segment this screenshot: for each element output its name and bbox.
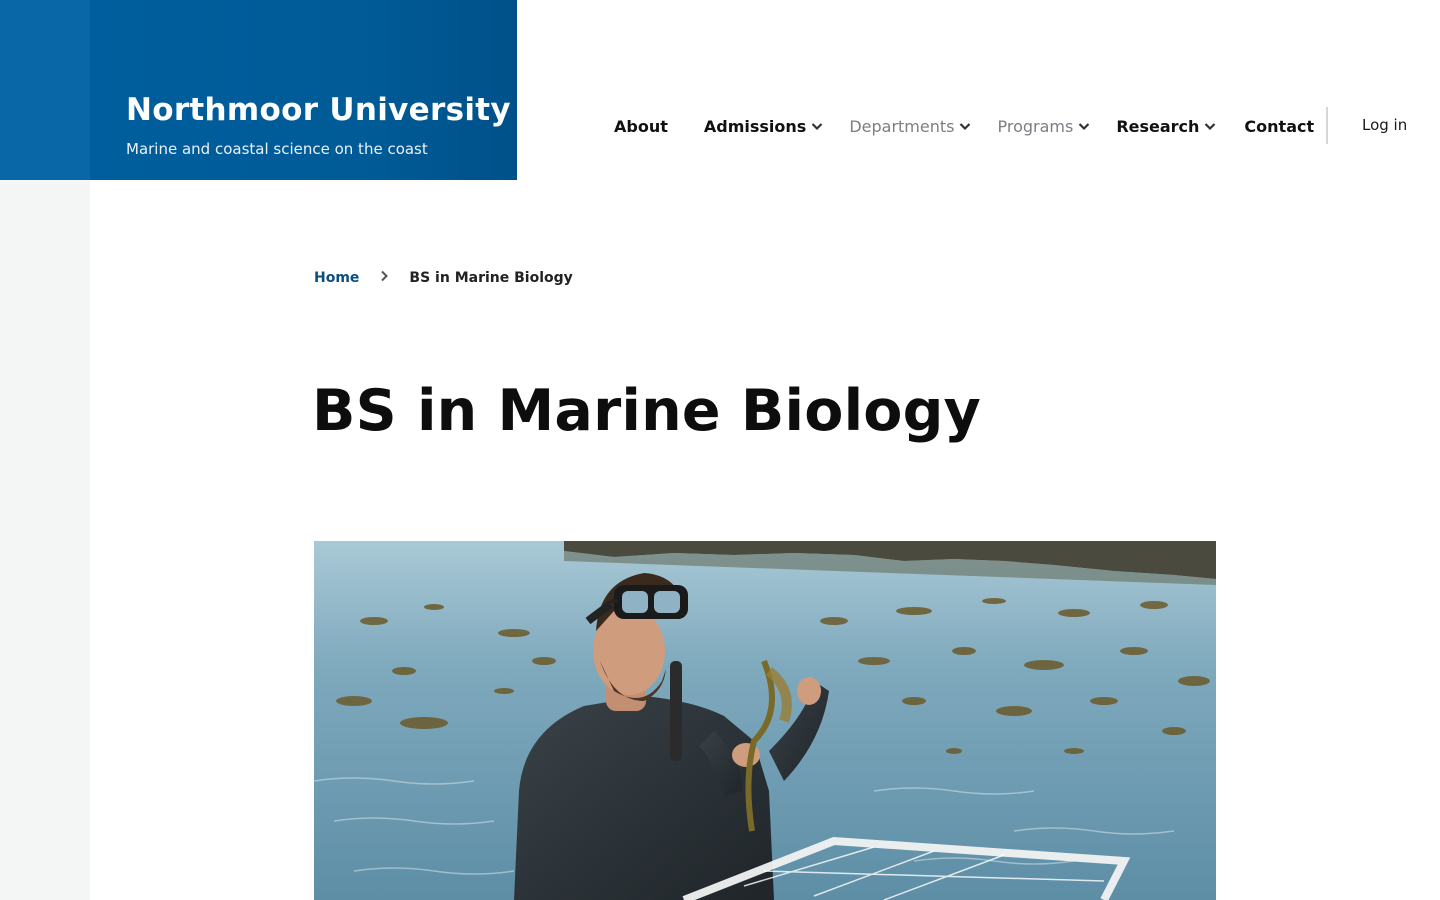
breadcrumb-home-link[interactable]: Home xyxy=(314,270,359,286)
brand-strip xyxy=(0,0,90,180)
nav-item-label: About xyxy=(614,116,668,136)
nav-item-programs[interactable]: Programs xyxy=(997,117,1090,136)
site-title[interactable]: Northmoor University xyxy=(126,92,511,128)
breadcrumb: Home BS in Marine Biology xyxy=(314,270,573,286)
chevron-down-icon xyxy=(959,116,971,135)
main-nav: About Admissions Departments Programs Re… xyxy=(614,112,1314,140)
left-rail xyxy=(0,180,90,900)
chevron-down-icon xyxy=(1204,116,1216,135)
chevron-right-icon xyxy=(379,270,389,286)
brand-block[interactable]: Northmoor University Marine and coastal … xyxy=(0,0,517,180)
chevron-down-icon xyxy=(1078,116,1090,135)
nav-item-research[interactable]: Research xyxy=(1116,117,1216,136)
nav-item-departments[interactable]: Departments xyxy=(849,117,971,136)
login-link[interactable]: Log in xyxy=(1362,116,1407,134)
hero-image xyxy=(314,541,1216,900)
hero-photo xyxy=(314,541,1216,900)
page-title: BS in Marine Biology xyxy=(312,378,982,444)
nav-item-label: Research xyxy=(1116,116,1200,136)
nav-divider xyxy=(1326,107,1328,144)
nav-item-label: Admissions xyxy=(703,116,807,136)
nav-item-contact[interactable]: Contact xyxy=(1244,117,1314,136)
nav-item-label: Programs xyxy=(997,116,1074,136)
nav-item-label: Contact xyxy=(1244,116,1315,136)
nav-item-label: Departments xyxy=(849,116,955,136)
breadcrumb-current: BS in Marine Biology xyxy=(409,270,573,286)
nav-item-about[interactable]: About xyxy=(614,117,668,136)
chevron-down-icon xyxy=(811,116,823,135)
site-tagline: Marine and coastal science on the coast xyxy=(126,140,428,158)
nav-item-admissions[interactable]: Admissions xyxy=(704,117,823,136)
